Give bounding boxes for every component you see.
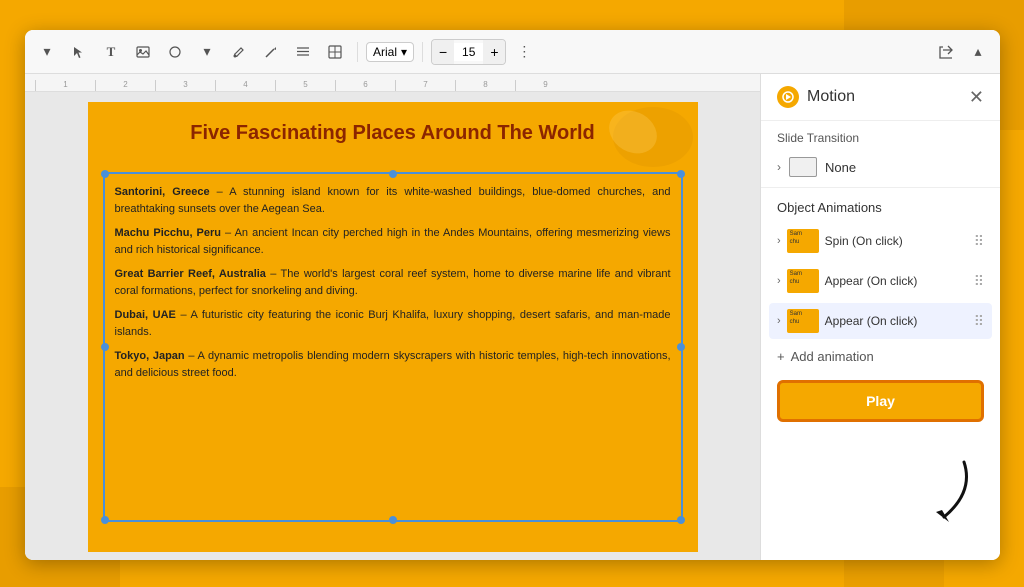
- handle-mid-left[interactable]: [101, 343, 109, 351]
- share-btn[interactable]: [932, 38, 960, 66]
- ruler-mark: 2: [95, 80, 155, 91]
- font-size-value: 15: [454, 43, 483, 61]
- para4-bold: Dubai, UAE: [115, 309, 176, 321]
- anim-drag-1[interactable]: ⠿: [974, 233, 984, 250]
- table-btn[interactable]: [321, 38, 349, 66]
- handle-mid-right[interactable]: [677, 343, 685, 351]
- slide-canvas[interactable]: Five Fascinating Places Around The World…: [88, 102, 698, 552]
- para2-bold: Machu Picchu, Peru: [115, 227, 222, 239]
- anim-label-2: Appear (On click): [825, 274, 968, 288]
- transition-item[interactable]: › None: [761, 151, 1000, 183]
- slide-title: Five Fascinating Places Around The World: [88, 102, 698, 155]
- main-window: ▾ T ▾ Arial ▾: [25, 30, 1000, 560]
- add-animation-label: Add animation: [791, 349, 874, 364]
- para5-bold: Tokyo, Japan: [115, 350, 185, 362]
- handle-bot-right[interactable]: [677, 516, 685, 524]
- pen-btn[interactable]: [257, 38, 285, 66]
- font-size-control: − 15 +: [431, 39, 506, 65]
- animation-item-1[interactable]: › Samchu Spin (On click) ⠿: [769, 223, 992, 259]
- animation-item-2[interactable]: › Samchu Appear (On click) ⠿: [769, 263, 992, 299]
- ruler-mark: 6: [335, 80, 395, 91]
- anim-chevron-3: ›: [777, 315, 781, 327]
- more-options-btn[interactable]: ⋮: [510, 38, 538, 66]
- add-icon: +: [777, 349, 785, 364]
- ruler-mark: 3: [155, 80, 215, 91]
- font-name: Arial: [373, 45, 397, 59]
- panel-header: Motion ✕: [761, 74, 1000, 121]
- anim-thumb-2: Samchu: [787, 269, 819, 293]
- font-dropdown-icon: ▾: [401, 45, 407, 59]
- handle-top-center[interactable]: [389, 170, 397, 178]
- anim-chevron-2: ›: [777, 275, 781, 287]
- anim-label-3: Appear (On click): [825, 314, 968, 328]
- toolbar-separator-1: [357, 42, 358, 62]
- ruler-mark: 5: [275, 80, 335, 91]
- ruler-mark: 9: [515, 80, 575, 91]
- para1-bold: Santorini, Greece: [115, 186, 210, 198]
- ruler-mark: 7: [395, 80, 455, 91]
- ruler-mark: 8: [455, 80, 515, 91]
- toolbar: ▾ T ▾ Arial ▾: [25, 30, 1000, 74]
- cursor-tool-btn[interactable]: [65, 38, 93, 66]
- anim-chevron-1: ›: [777, 235, 781, 247]
- font-size-increase-btn[interactable]: +: [483, 40, 505, 64]
- font-size-decrease-btn[interactable]: −: [432, 40, 454, 64]
- slide-thumbnail: [789, 157, 817, 177]
- ruler-marks: 1 2 3 4 5 6 7 8 9: [35, 80, 575, 91]
- image-tool-btn[interactable]: [129, 38, 157, 66]
- handle-top-left[interactable]: [101, 170, 109, 178]
- paragraph-5: Tokyo, Japan – A dynamic metropolis blen…: [115, 348, 671, 381]
- anim-thumb-1: Samchu: [787, 229, 819, 253]
- anim-drag-3[interactable]: ⠿: [974, 313, 984, 330]
- lines-btn[interactable]: [289, 38, 317, 66]
- paragraph-1: Santorini, Greece – A stunning island kn…: [115, 184, 671, 217]
- para5-text: – A dynamic metropolis blending modern s…: [115, 350, 671, 379]
- transition-chevron-icon: ›: [777, 160, 781, 174]
- shapes-tool-btn[interactable]: [161, 38, 189, 66]
- panel-title-row: Motion: [777, 86, 855, 108]
- play-btn[interactable]: Play: [777, 380, 984, 422]
- ruler: 1 2 3 4 5 6 7 8 9: [25, 74, 760, 92]
- add-animation-btn[interactable]: + Add animation: [761, 341, 1000, 372]
- paragraph-4: Dubai, UAE – A futuristic city featuring…: [115, 307, 671, 340]
- slide-transition-label: Slide Transition: [761, 121, 1000, 151]
- anim-drag-2[interactable]: ⠿: [974, 273, 984, 290]
- slide-content-box[interactable]: Santorini, Greece – A stunning island kn…: [103, 172, 683, 522]
- panel-title: Motion: [807, 88, 855, 106]
- line-tool-btn[interactable]: ▾: [193, 38, 221, 66]
- animation-item-3[interactable]: › Samchu Appear (On click) ⠿: [769, 303, 992, 339]
- paint-btn[interactable]: [225, 38, 253, 66]
- ruler-mark: 4: [215, 80, 275, 91]
- para4-text: – A futuristic city featuring the iconic…: [115, 309, 671, 338]
- chevron-up-btn[interactable]: ▴: [964, 38, 992, 66]
- handle-bot-center[interactable]: [389, 516, 397, 524]
- handle-top-right[interactable]: [677, 170, 685, 178]
- panel-close-btn[interactable]: ✕: [969, 88, 984, 106]
- content-area: 1 2 3 4 5 6 7 8 9 Five Fascinating Place…: [25, 74, 1000, 560]
- slide-area: 1 2 3 4 5 6 7 8 9 Five Fascinating Place…: [25, 74, 760, 560]
- object-animations-title: Object Animations: [761, 192, 1000, 221]
- handle-bot-left[interactable]: [101, 516, 109, 524]
- toolbar-separator-2: [422, 42, 423, 62]
- anim-label-1: Spin (On click): [825, 234, 968, 248]
- ruler-mark: 1: [35, 80, 95, 91]
- paragraph-2: Machu Picchu, Peru – An ancient Incan ci…: [115, 225, 671, 258]
- dropdown-arrow-btn[interactable]: ▾: [33, 38, 61, 66]
- panel-divider-1: [761, 187, 1000, 188]
- motion-icon: [777, 86, 799, 108]
- text-tool-btn[interactable]: T: [97, 38, 125, 66]
- anim-thumb-3: Samchu: [787, 309, 819, 333]
- side-panel: Motion ✕ Slide Transition › None Object …: [760, 74, 1000, 560]
- paragraph-3: Great Barrier Reef, Australia – The worl…: [115, 266, 671, 299]
- para3-bold: Great Barrier Reef, Australia: [115, 268, 266, 280]
- transition-value: None: [825, 160, 856, 175]
- toolbar-right: ▴: [932, 38, 992, 66]
- font-selector[interactable]: Arial ▾: [366, 42, 414, 62]
